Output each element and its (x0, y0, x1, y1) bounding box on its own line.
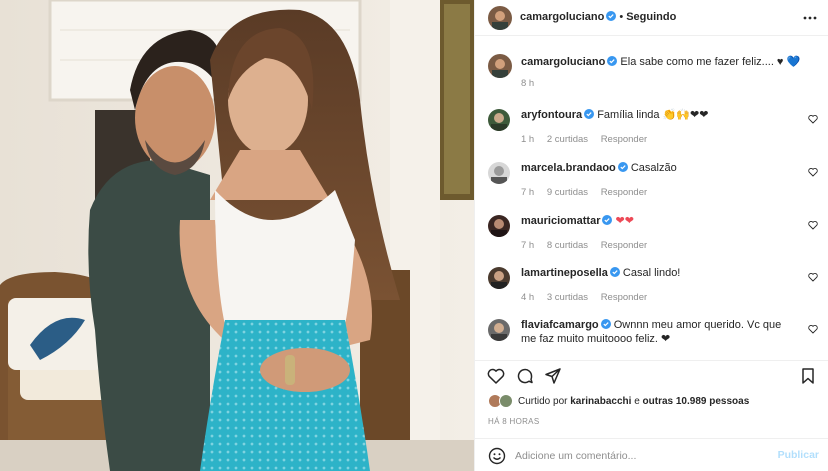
heart-icon[interactable] (487, 367, 505, 385)
heart-icon[interactable] (808, 114, 818, 124)
comment-avatar[interactable] (488, 215, 510, 237)
comment-likes[interactable]: 8 curtidas (547, 240, 588, 251)
add-comment-bar: Publicar (475, 438, 828, 471)
reply-button[interactable]: Responder (601, 240, 647, 251)
comment-text: Família linda 👏🙌❤❤ (597, 109, 709, 121)
liker-avatars[interactable] (488, 394, 516, 408)
likes-text: Curtido por karinabacchi e outras 10.989… (518, 396, 749, 407)
comment-username[interactable]: aryfontoura (521, 109, 582, 121)
comment-item: marcela.brandaoo Casalzão 7 h 9 curtidas… (488, 159, 818, 207)
caption-time[interactable]: 8 h (521, 78, 534, 89)
comment-avatar[interactable] (488, 319, 510, 341)
author-username[interactable]: camargoluciano (520, 11, 604, 23)
comment-time[interactable]: 1 h (521, 134, 534, 145)
comment-text-line: flaviafcamargo Ownnn meu amor querido. V… (521, 318, 786, 346)
comment-input[interactable] (515, 448, 765, 464)
likes-summary: Curtido por karinabacchi e outras 10.989… (488, 393, 818, 411)
reply-button[interactable]: Responder (601, 292, 647, 303)
comment-avatar[interactable] (488, 162, 510, 184)
heart-icon[interactable] (808, 220, 818, 230)
comment-text: ❤❤ (615, 215, 634, 227)
comment-avatar[interactable] (488, 109, 510, 131)
verified-icon (600, 319, 611, 329)
author-avatar[interactable] (488, 6, 512, 30)
header-user-line: camargoluciano • Seguindo (520, 11, 676, 23)
caption-username[interactable]: camargoluciano (521, 56, 605, 68)
likes-others[interactable]: outras 10.989 pessoas (643, 396, 750, 407)
post-comment-button[interactable]: Publicar (778, 449, 819, 461)
reply-button[interactable]: Responder (601, 187, 647, 198)
comment-time[interactable]: 7 h (521, 187, 534, 198)
comment-time[interactable]: 7 h (521, 240, 534, 251)
comment-likes[interactable]: 2 curtidas (547, 134, 588, 145)
comment-text-line: lamartineposella Casal lindo! (521, 266, 786, 280)
comment-text-line: mauriciomattar ❤❤ (521, 214, 786, 228)
post-timestamp[interactable]: HÁ 8 HORAS (488, 417, 539, 426)
liker-avatar (499, 394, 513, 408)
comment-username[interactable]: marcela.brandaoo (521, 162, 616, 174)
comment-item: aryfontoura Família linda 👏🙌❤❤ 1 h 2 cur… (488, 106, 818, 154)
comment-item: mauriciomattar ❤❤ 7 h 8 curtidas Respond… (488, 212, 818, 260)
comment-text: Casalzão (630, 162, 677, 174)
caption-text: Ela sabe como me fazer feliz.... ♥ 💙 (620, 56, 801, 68)
post-image (0, 0, 474, 471)
verified-icon (584, 109, 595, 119)
likes-prefix: Curtido por (518, 396, 568, 407)
verified-icon (606, 11, 617, 21)
caption-avatar[interactable] (488, 54, 512, 78)
comment-icon[interactable] (516, 367, 534, 385)
comment-item: lamartineposella Casal lindo! 4 h 3 curt… (488, 264, 818, 312)
comment-item: flaviafcamargo Ownnn meu amor querido. V… (488, 316, 818, 360)
heart-icon[interactable] (808, 272, 818, 282)
separator-dot: • (619, 11, 624, 23)
comment-likes[interactable]: 9 curtidas (547, 187, 588, 198)
heart-icon[interactable] (808, 324, 818, 334)
comment-username[interactable]: lamartineposella (521, 267, 608, 279)
share-icon[interactable] (544, 367, 562, 385)
verified-icon (609, 267, 620, 277)
likes-user[interactable]: karinabacchi (570, 396, 631, 407)
heart-icon[interactable] (808, 167, 818, 177)
verified-icon (617, 162, 628, 172)
comment-avatar[interactable] (488, 267, 510, 289)
comment-meta: 7 h 8 curtidas Responder (521, 240, 657, 251)
post-photo[interactable] (0, 0, 474, 471)
follow-status[interactable]: Seguindo (626, 11, 676, 23)
likes-middle: e (634, 396, 640, 407)
bookmark-icon[interactable] (799, 367, 817, 385)
emoji-icon[interactable] (488, 447, 506, 465)
action-bar (475, 360, 828, 390)
more-options-icon[interactable] (803, 11, 817, 25)
comment-likes[interactable]: 3 curtidas (547, 292, 588, 303)
comment-text-line: aryfontoura Família linda 👏🙌❤❤ (521, 108, 786, 122)
comment-username[interactable]: flaviafcamargo (521, 319, 599, 331)
comment-username[interactable]: mauriciomattar (521, 215, 600, 227)
reply-button[interactable]: Responder (601, 134, 647, 145)
comment-text-line: marcela.brandaoo Casalzão (521, 161, 786, 175)
comment-text: Casal lindo! (622, 267, 681, 279)
verified-icon (607, 56, 618, 66)
post-detail-panel: camargoluciano • Seguindo camargoluciano E… (474, 0, 828, 471)
post-header: camargoluciano • Seguindo (475, 0, 828, 36)
comment-meta: 1 h 2 curtidas Responder (521, 134, 657, 145)
comment-meta: 7 h 9 curtidas Responder (521, 187, 657, 198)
verified-icon (602, 215, 613, 225)
comment-meta: 4 h 3 curtidas Responder (521, 292, 657, 303)
caption-text-line: camargoluciano Ela sabe como me fazer fe… (521, 55, 811, 69)
comment-time[interactable]: 4 h (521, 292, 534, 303)
comments-list[interactable]: camargoluciano Ela sabe como me fazer fe… (475, 36, 828, 360)
